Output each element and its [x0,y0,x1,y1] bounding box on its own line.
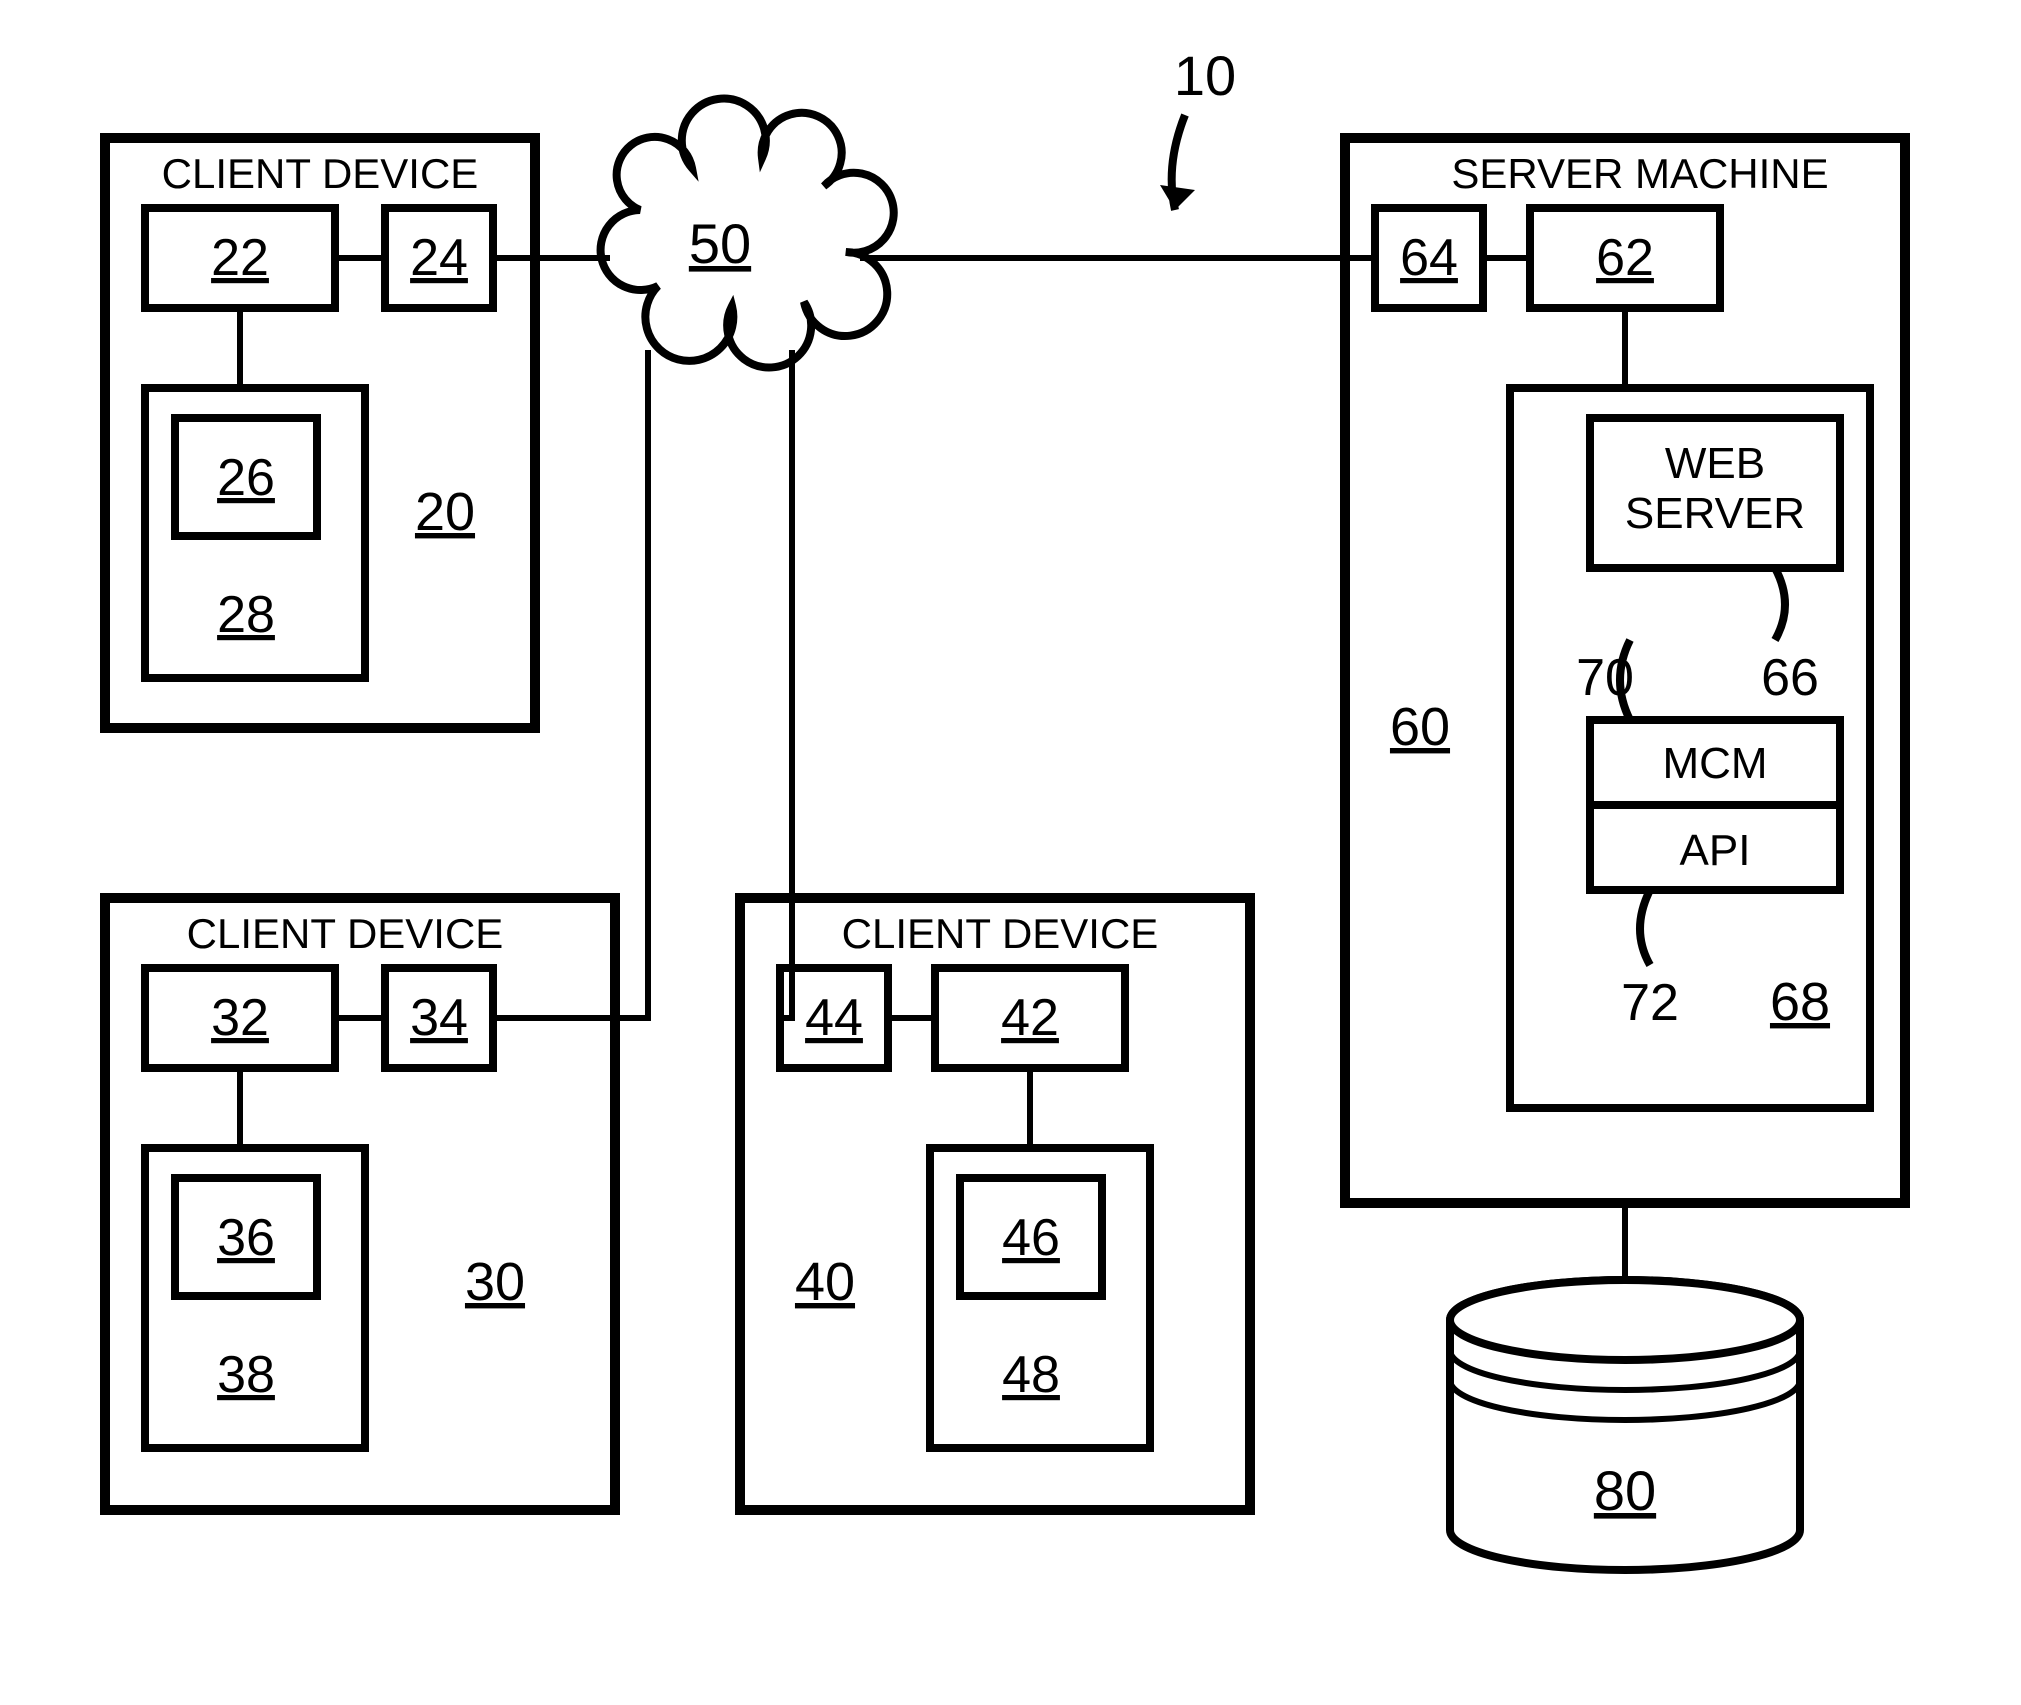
client2-title: CLIENT DEVICE [187,910,504,957]
client2-label-36: 36 [217,1209,275,1267]
system-diagram: 10 50 CLIENT DEVICE 22 24 26 28 20 CLI [0,0,2021,1705]
client3-label-46: 46 [1002,1209,1060,1267]
client1-box-ref: 20 [415,482,475,542]
client2-label-34: 34 [410,989,468,1047]
server-box-68-ref: 68 [1770,972,1830,1032]
cloud-ref: 50 [689,212,751,275]
mcm-label: MCM [1662,739,1767,788]
client3-box-ref: 40 [795,1252,855,1312]
diagram-ref-label: 10 [1174,44,1236,107]
client1-label-24: 24 [410,229,468,287]
client2-label-38: 38 [217,1346,275,1404]
client2-label-32: 32 [211,989,269,1047]
server-label-66: 66 [1761,649,1819,707]
client3-label-42: 42 [1001,989,1059,1047]
diagram-ref-arrowhead [1160,185,1195,210]
server-label-62: 62 [1596,229,1654,287]
client1-title: CLIENT DEVICE [162,150,479,197]
web-server-label-line1: WEB [1665,439,1765,488]
web-server-label-line2: SERVER [1625,489,1805,538]
db-top-overlay [1450,1280,1800,1360]
client1-label-28: 28 [217,586,275,644]
cloud-node: 50 [601,99,894,368]
client-device-1: CLIENT DEVICE 22 24 26 28 20 [105,138,610,728]
db-ref: 80 [1594,1459,1656,1522]
database: 80 [1450,1203,1800,1570]
server-title: SERVER MACHINE [1451,150,1828,197]
client3-title: CLIENT DEVICE [842,910,1159,957]
client2-box-ref: 30 [465,1252,525,1312]
server-box-ref: 60 [1390,697,1450,757]
server-label-72: 72 [1621,974,1679,1032]
client-device-3: CLIENT DEVICE 44 42 46 48 40 [740,350,1250,1510]
server-label-64: 64 [1400,229,1458,287]
client1-label-26: 26 [217,449,275,507]
client3-label-44: 44 [805,989,863,1047]
api-label: API [1680,826,1751,875]
server-label-70: 70 [1576,649,1634,707]
client3-label-48: 48 [1002,1346,1060,1404]
client1-label-22: 22 [211,229,269,287]
